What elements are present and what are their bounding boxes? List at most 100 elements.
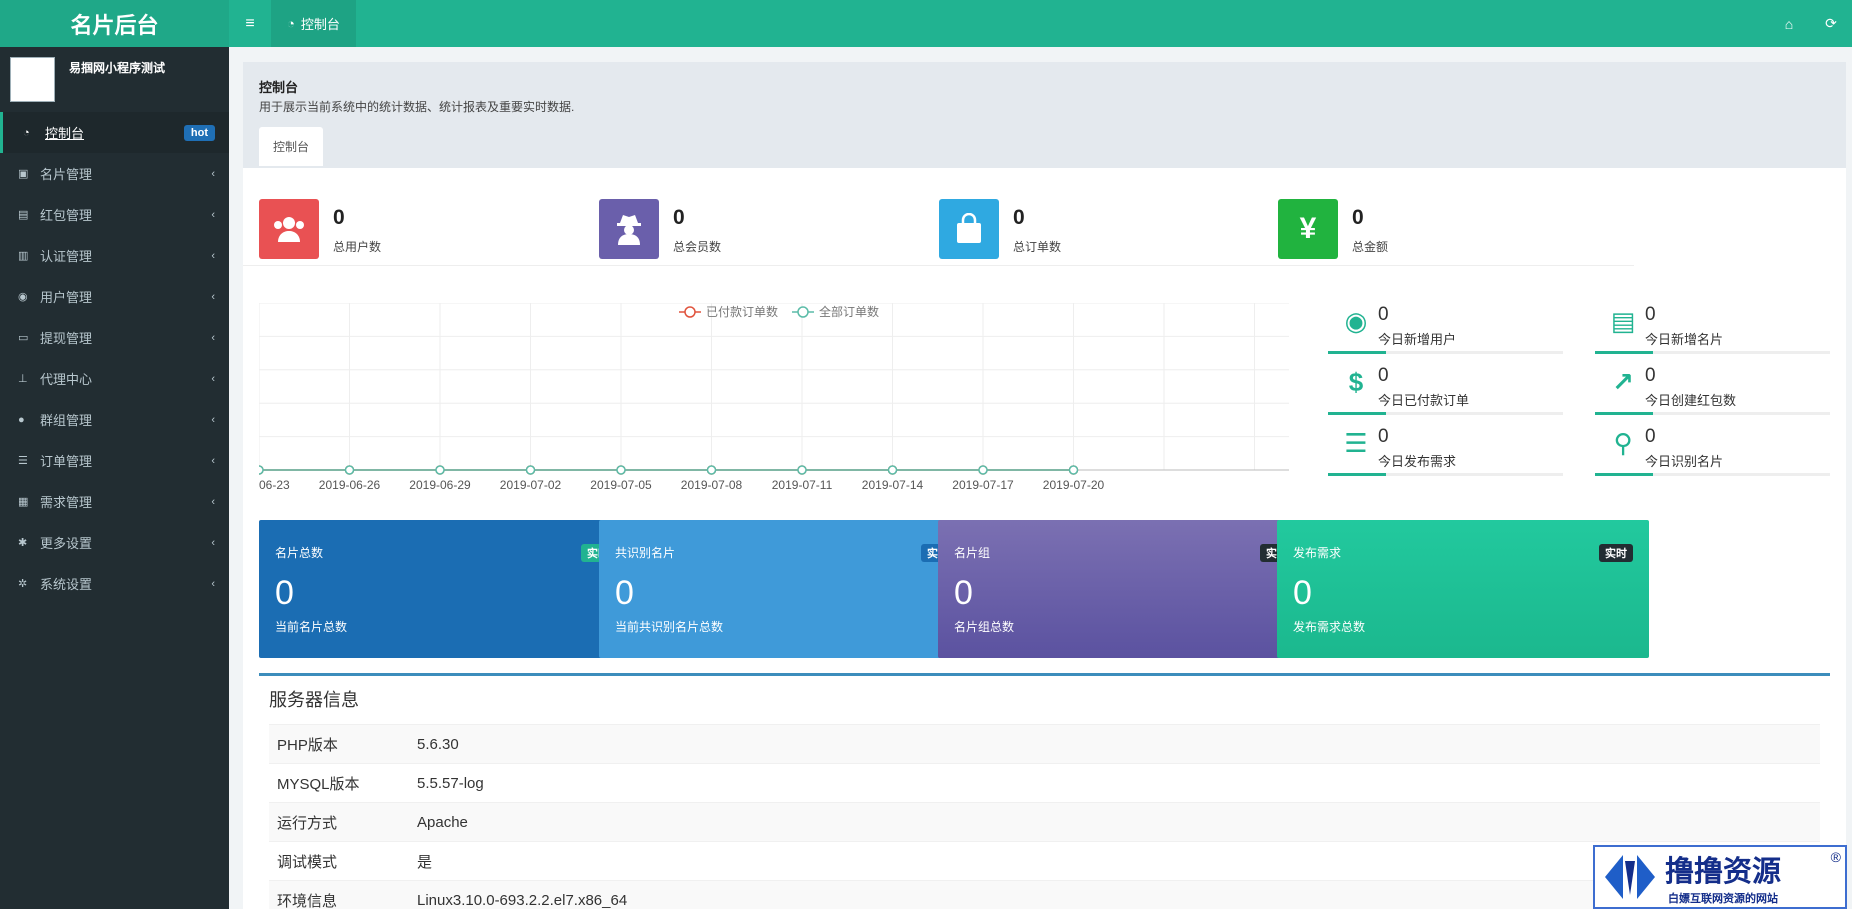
chevron-left-icon: ‹ — [211, 208, 215, 221]
top-navbar: ≡ ◔ 控制台 ⌂ ⟳ — [229, 0, 1852, 47]
legend-label[interactable]: 全部订单数 — [819, 304, 879, 319]
list-icon: ☰ — [18, 455, 28, 467]
sidebar-item-11[interactable]: ✲ 系统设置 ‹ — [0, 563, 229, 604]
data-point[interactable] — [525, 465, 536, 475]
yen-icon: ¥ — [1278, 199, 1338, 259]
money-icon: ▭ — [18, 332, 29, 344]
stat-label: 总会员数 — [673, 240, 722, 254]
sidebar-item-label: 需求管理 — [40, 495, 93, 510]
page-subtitle: 用于展示当前系统中的统计数据、统计报表及重要实时数据. — [259, 100, 575, 114]
table-row: 调试模式是 — [269, 841, 1820, 881]
card-title: 名片总数 — [275, 546, 324, 560]
sidebar-item-4[interactable]: ◉ 用户管理 ‹ — [0, 276, 229, 317]
sidebar-item-3[interactable]: ▥ 认证管理 ‹ — [0, 235, 229, 276]
sidebar-item-9[interactable]: ▦ 需求管理 ‹ — [0, 481, 229, 522]
x-tick-label: 2019-06-29 — [409, 478, 471, 492]
tab-dashboard-page[interactable]: 控制台 — [259, 127, 324, 166]
home-icon[interactable]: ⌂ — [1768, 0, 1810, 47]
today-stat-label: 今日已付款订单 — [1378, 393, 1470, 408]
x-tick-label: 2019-07-02 — [500, 478, 562, 492]
today-stat: $0 今日已付款订单 — [1328, 365, 1563, 415]
today-stat: ↗ 0 今日创建红包数 — [1595, 365, 1830, 415]
menu-toggle-icon[interactable]: ≡ — [229, 0, 271, 47]
data-point[interactable] — [259, 465, 264, 475]
sidebar-item-label: 名片管理 — [40, 167, 93, 182]
legend-marker — [684, 306, 696, 318]
legend-label[interactable]: 已付款订单数 — [706, 304, 778, 319]
data-point[interactable] — [978, 465, 988, 475]
today-stat-label: 今日新增用户 — [1378, 332, 1457, 347]
gears-icon: ✲ — [18, 578, 28, 590]
today-stat: ◉ 0 今日新增用户 — [1328, 304, 1563, 354]
today-stat-value: 0 — [1645, 426, 1656, 447]
data-point[interactable] — [616, 465, 626, 475]
x-tick-label: 2019-06-26 — [319, 478, 381, 492]
stat-value: 0 — [1352, 206, 1364, 229]
username: 易掴网小程序测试 — [69, 61, 166, 75]
data-point[interactable] — [797, 465, 807, 475]
data-point[interactable] — [435, 465, 445, 475]
card-value: 0 — [275, 574, 294, 612]
app-logo[interactable]: 名片后台 — [0, 0, 229, 47]
gear-icon: ✱ — [18, 537, 28, 549]
tab-dashboard[interactable]: ◔ 控制台 — [271, 0, 356, 47]
group-icon: ● — [18, 413, 25, 426]
card-subtitle: 当前名片总数 — [275, 620, 348, 634]
today-stat-value: 0 — [1378, 304, 1389, 325]
legend-marker — [797, 306, 809, 318]
sitemap-icon: ⊥ — [18, 373, 28, 385]
x-tick-label: 06-23 — [259, 478, 290, 492]
sidebar-item-0[interactable]: ◔ 控制台 hot — [0, 112, 229, 153]
chevron-left-icon: ‹ — [211, 290, 215, 303]
card-icon: ▣ — [18, 168, 29, 180]
data-point[interactable] — [706, 465, 717, 475]
chevron-left-icon: ‹ — [211, 454, 215, 467]
avatar — [10, 57, 55, 102]
x-tick-label: 2019-07-20 — [1043, 478, 1105, 492]
x-tick-label: 2019-07-05 — [590, 478, 652, 492]
stat-box: 0 总订单数 — [923, 184, 1295, 266]
watermark-subtitle: 白嫖互联网资源的网站 — [1668, 893, 1778, 905]
dashboard-icon: ◔ — [287, 16, 295, 31]
sidebar-item-label: 更多设置 — [40, 536, 93, 551]
shopping-bag-icon — [939, 199, 999, 259]
main-content: 控制台 用于展示当前系统中的统计数据、统计报表及重要实时数据. 控制台 0 总用户… — [243, 62, 1846, 909]
server-info-title: 服务器信息 — [269, 690, 359, 710]
chevron-left-icon: ‹ — [211, 372, 215, 385]
sidebar-item-7[interactable]: ● 群组管理 ‹ — [0, 399, 229, 440]
user-circle-icon: ◉ — [1344, 305, 1368, 336]
sidebar-item-2[interactable]: ▤ 红包管理 ‹ — [0, 194, 229, 235]
today-stat-bar — [1328, 351, 1563, 354]
realtime-card: 名片组实时0名片组总数 — [938, 520, 1310, 658]
refresh-icon[interactable]: ⟳ — [1810, 0, 1852, 47]
user-circle-icon: ◉ — [18, 291, 28, 303]
chevron-left-icon: ‹ — [211, 577, 215, 590]
sidebar-item-1[interactable]: ▣ 名片管理 ‹ — [0, 153, 229, 194]
data-point[interactable] — [887, 465, 898, 475]
chevron-left-icon: ‹ — [211, 167, 215, 180]
realtime-card: 发布需求 实时 0 发布需求总数 — [1277, 520, 1649, 658]
orders-line-chart: 06-23 2019-06-26 2019-06-29 2019-07-02 2019-… — [259, 303, 1289, 492]
dollar-icon: $ — [1348, 366, 1364, 397]
realtime-badge: 实时 — [1599, 544, 1633, 562]
today-stat-label: 今日发布需求 — [1378, 454, 1457, 469]
server-info-key: MYSQL版本 — [269, 763, 409, 803]
sidebar-item-5[interactable]: ▭ 提现管理 ‹ — [0, 317, 229, 358]
x-tick-label: 2019-07-11 — [772, 478, 833, 492]
data-point[interactable] — [1068, 465, 1079, 475]
table-row: 环境信息 Linux3.10.0-693.2.2.el7.x86_64 — [269, 880, 1820, 909]
today-stat-bar — [1595, 473, 1830, 476]
sidebar-item-10[interactable]: ✱ 更多设置 ‹ — [0, 522, 229, 563]
stat-label: 总金额 — [1352, 240, 1389, 254]
data-point[interactable] — [344, 465, 355, 475]
sidebar-item-8[interactable]: ☰ 订单管理 ‹ — [0, 440, 229, 481]
today-stat-bar — [1328, 473, 1563, 476]
registered-mark: ® — [1830, 849, 1841, 865]
line-chart-icon: ↗ — [1612, 366, 1634, 397]
tab-label: 控制台 — [300, 17, 340, 32]
sidebar-item-label: 订单管理 — [40, 454, 93, 469]
today-stat-value: 0 — [1645, 304, 1656, 325]
page-title: 控制台 — [259, 80, 299, 95]
sidebar-item-6[interactable]: ⊥ 代理中心 ‹ — [0, 358, 229, 399]
today-stat-value: 0 — [1378, 365, 1389, 386]
